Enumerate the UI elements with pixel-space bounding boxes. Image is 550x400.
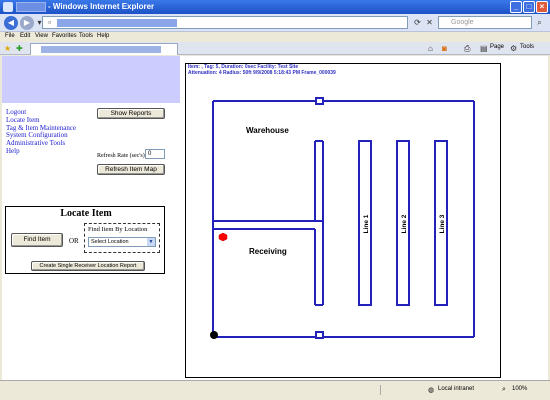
globe-icon: ◍ xyxy=(428,387,435,394)
find-item-button[interactable]: Find Item xyxy=(11,233,63,247)
page-icon: ▫ xyxy=(48,18,51,27)
close-button[interactable]: × xyxy=(536,1,548,13)
create-report-button[interactable]: Create Single Receiver Location Report xyxy=(31,261,145,271)
security-zone[interactable]: Local intranet xyxy=(438,386,474,392)
refresh-item-map-button[interactable]: Refresh Item Map xyxy=(97,164,165,175)
tab-current[interactable] xyxy=(30,43,178,55)
add-favorites-icon[interactable]: ✚ xyxy=(16,44,23,53)
tools-menu[interactable]: Tools xyxy=(520,44,534,50)
tab-bar: ★ ✚ ⌂ ◙ ⎙ ▤ Page ⚙ Tools xyxy=(0,42,550,55)
refresh-icon[interactable]: ⟳ xyxy=(412,17,423,28)
back-button[interactable]: ◀ xyxy=(4,16,18,30)
address-input[interactable]: ▫ xyxy=(42,16,408,29)
page-menu[interactable]: Page xyxy=(490,44,504,50)
minimize-button[interactable]: _ xyxy=(510,1,522,13)
menu-help[interactable]: Help xyxy=(97,33,109,39)
line-3-label: Line 3 xyxy=(439,214,446,233)
location-select[interactable]: Select Location ▼ xyxy=(88,237,156,247)
search-input[interactable]: Google xyxy=(438,16,532,29)
refresh-rate-label: Refresh Rate (sec's) xyxy=(97,153,145,159)
menu-bar: File Edit View Favorites Tools Help xyxy=(0,32,550,42)
window-title: - Windows Internet Explorer xyxy=(48,2,155,11)
item-location-marker[interactable] xyxy=(218,232,228,242)
line-1-label: Line 1 xyxy=(363,214,370,233)
search-icon[interactable]: ⌕ xyxy=(534,17,545,28)
page-icon[interactable]: ▤ xyxy=(480,44,488,53)
receiving-label: Receiving xyxy=(249,247,287,256)
help-link[interactable]: Help xyxy=(6,147,76,156)
menu-tools[interactable]: Tools xyxy=(79,33,93,39)
header-banner xyxy=(2,56,180,103)
maximize-button[interactable]: □ xyxy=(523,1,535,13)
facility-map[interactable]: Warehouse Receiving Line 1 Line 2 Line 3 xyxy=(186,64,502,379)
refresh-rate-input[interactable]: 0 xyxy=(145,149,165,159)
feeds-icon[interactable]: ◙ xyxy=(442,44,447,53)
zoom-icon: ⌕ xyxy=(502,386,506,393)
home-icon[interactable]: ⌂ xyxy=(428,44,433,53)
receiver-origin-marker xyxy=(210,331,218,339)
chevron-down-icon[interactable]: ▼ xyxy=(147,238,155,246)
nav-links: Logout Locate Item Tag & Item Maintenanc… xyxy=(6,108,76,156)
forward-button[interactable]: ▶ xyxy=(20,16,34,30)
status-bar: ◍ Local intranet ⌕ 100% xyxy=(0,380,550,400)
menu-favorites[interactable]: Favorites xyxy=(52,33,77,39)
status-divider xyxy=(380,385,381,395)
address-toolbar: ◀ ▶ ▾ ▫ ⟳ ✕ Google ⌕ xyxy=(0,14,550,32)
redacted-tab-title xyxy=(41,46,161,53)
find-by-location-group: Find Item By Location Select Location ▼ xyxy=(84,223,160,253)
stop-icon[interactable]: ✕ xyxy=(424,17,435,28)
tools-icon[interactable]: ⚙ xyxy=(510,44,517,53)
menu-file[interactable]: File xyxy=(5,33,15,39)
page-content: Logout Locate Item Tag & Item Maintenanc… xyxy=(2,56,548,380)
show-reports-button[interactable]: Show Reports xyxy=(97,108,165,119)
warehouse-label: Warehouse xyxy=(246,126,289,135)
window-titlebar: - Windows Internet Explorer _ □ × xyxy=(0,0,550,14)
ie-icon xyxy=(3,2,13,12)
favorites-star-icon[interactable]: ★ xyxy=(4,44,11,53)
redacted-url xyxy=(57,19,177,27)
location-select-value: Select Location xyxy=(91,239,129,245)
redacted-title xyxy=(16,2,46,12)
locate-item-title: Locate Item xyxy=(60,208,112,219)
item-map-panel: Item: , Tag: 5, Duration: 0sec Facility:… xyxy=(185,63,501,378)
zoom-level[interactable]: 100% xyxy=(512,386,527,392)
menu-edit[interactable]: Edit xyxy=(20,33,30,39)
line-2-label: Line 2 xyxy=(401,214,408,233)
locate-item-panel: Locate Item Find Item OR Find Item By Lo… xyxy=(5,206,165,274)
find-by-location-label: Find Item By Location xyxy=(88,226,148,233)
menu-view[interactable]: View xyxy=(35,33,48,39)
or-label: OR xyxy=(69,237,79,245)
print-icon[interactable]: ⎙ xyxy=(464,44,470,54)
